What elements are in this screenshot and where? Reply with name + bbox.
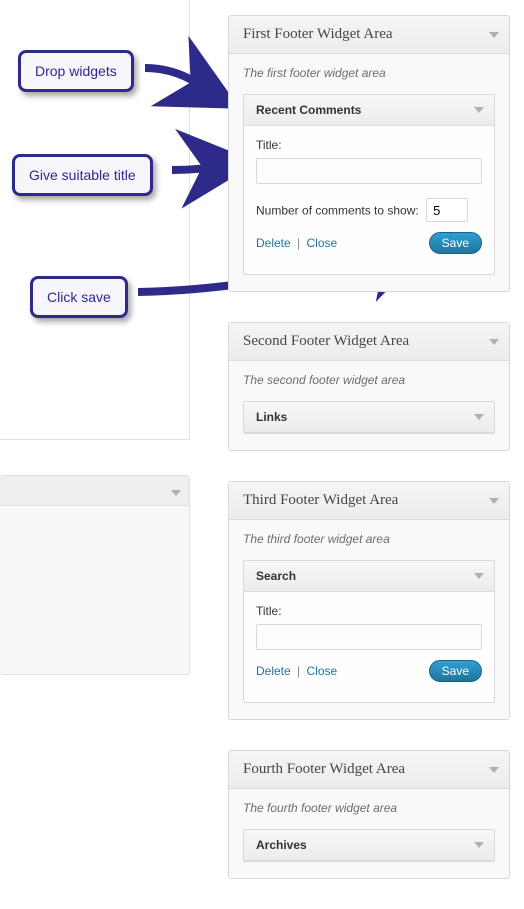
widget-header[interactable]: Links [244,402,494,433]
fourth-footer-area: Fourth Footer Widget Area The fourth foo… [228,750,510,879]
widget-name: Archives [256,838,307,852]
separator: | [297,236,300,250]
area-description: The third footer widget area [243,532,495,546]
widget-header[interactable]: Recent Comments [244,95,494,126]
widget-header[interactable]: Archives [244,830,494,861]
chevron-down-icon [474,842,484,848]
num-input[interactable] [426,198,468,222]
left-collapsed-header[interactable] [0,476,189,506]
area-description: The fourth footer widget area [243,801,495,815]
widget-links: Links [243,401,495,434]
close-link[interactable]: Close [307,664,338,678]
chevron-down-icon [171,490,181,496]
chevron-down-icon [474,107,484,113]
widget-search: Search Title: Delete | Close Save [243,560,495,703]
callout-drop-widgets: Drop widgets [18,50,134,92]
callout-give-title: Give suitable title [12,154,153,196]
area-title-text: First Footer Widget Area [243,26,393,42]
area-header-fourth[interactable]: Fourth Footer Widget Area [229,751,509,789]
chevron-down-icon [474,414,484,420]
title-label: Title: [256,604,482,618]
save-button[interactable]: Save [429,660,482,682]
num-label: Number of comments to show: [256,204,419,218]
callout-click-save: Click save [30,276,128,318]
title-label: Title: [256,138,482,152]
area-description: The first footer widget area [243,66,495,80]
left-collapsed-panel [0,475,190,675]
save-button[interactable]: Save [429,232,482,254]
area-title-text: Second Footer Widget Area [243,333,409,349]
widget-areas-column: First Footer Widget Area The first foote… [228,15,510,909]
title-input[interactable] [256,624,482,650]
chevron-down-icon [489,498,499,504]
widget-header[interactable]: Search [244,561,494,592]
area-title-text: Third Footer Widget Area [243,492,398,508]
widget-name: Recent Comments [256,103,361,117]
area-header-second[interactable]: Second Footer Widget Area [229,323,509,361]
first-footer-area: First Footer Widget Area The first foote… [228,15,510,292]
title-input[interactable] [256,158,482,184]
chevron-down-icon [489,767,499,773]
area-description: The second footer widget area [243,373,495,387]
widget-name: Links [256,410,287,424]
chevron-down-icon [474,573,484,579]
third-footer-area: Third Footer Widget Area The third foote… [228,481,510,720]
chevron-down-icon [489,32,499,38]
widget-archives: Archives [243,829,495,862]
widget-recent-comments: Recent Comments Title: Number of comment… [243,94,495,275]
area-header-third[interactable]: Third Footer Widget Area [229,482,509,520]
separator: | [297,664,300,678]
area-header-first[interactable]: First Footer Widget Area [229,16,509,54]
area-title-text: Fourth Footer Widget Area [243,761,405,777]
widget-name: Search [256,569,296,583]
second-footer-area: Second Footer Widget Area The second foo… [228,322,510,451]
delete-link[interactable]: Delete [256,664,291,678]
close-link[interactable]: Close [307,236,338,250]
delete-link[interactable]: Delete [256,236,291,250]
chevron-down-icon [489,339,499,345]
